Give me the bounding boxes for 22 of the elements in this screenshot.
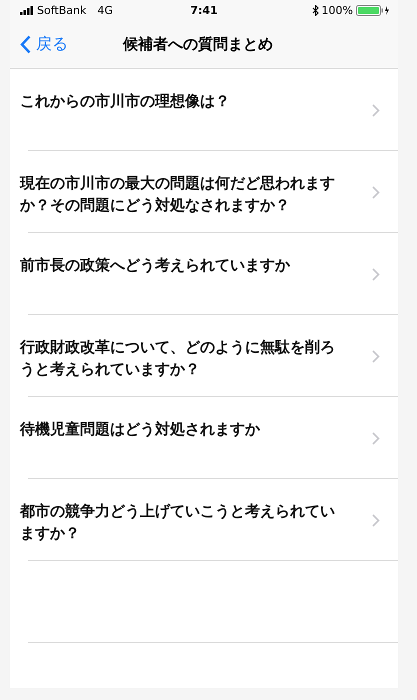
battery-percent: 100%: [322, 4, 353, 16]
chevron-icon: [372, 104, 380, 117]
question-text: 行政財政改革について、どのように無駄を削ろうと考えられていますか？: [20, 337, 336, 380]
network-type: 4G: [97, 4, 113, 16]
clock-time: 7:41: [190, 4, 218, 16]
back-chevron-icon: [20, 34, 31, 54]
carrier-name: SoftBank: [37, 4, 86, 16]
question-text: 都市の競争力どう上げていこうと考えられていますか？: [20, 501, 336, 544]
question-text: 現在の市川市の最大の問題は何だど思われますか？その問題にどう対処なされますか？: [20, 173, 336, 216]
back-button[interactable]: 戻る: [10, 34, 68, 54]
chevron-icon: [372, 432, 380, 445]
battery-charging-icon: [356, 4, 390, 16]
chevron-icon: [372, 350, 380, 363]
chevron-icon: [372, 514, 380, 527]
question-text: 待機児童問題はどう対処されますか: [20, 419, 261, 440]
question-text: 前市長の政策へどう考えられていますか: [20, 255, 291, 276]
signal-icon: [20, 6, 34, 14]
chevron-icon: [372, 268, 380, 281]
chevron-icon: [372, 186, 380, 199]
question-text: これからの市川市の理想像は？: [20, 91, 231, 112]
bluetooth-icon: [312, 4, 319, 16]
screen-title: 候補者への質問まとめ: [123, 34, 273, 54]
